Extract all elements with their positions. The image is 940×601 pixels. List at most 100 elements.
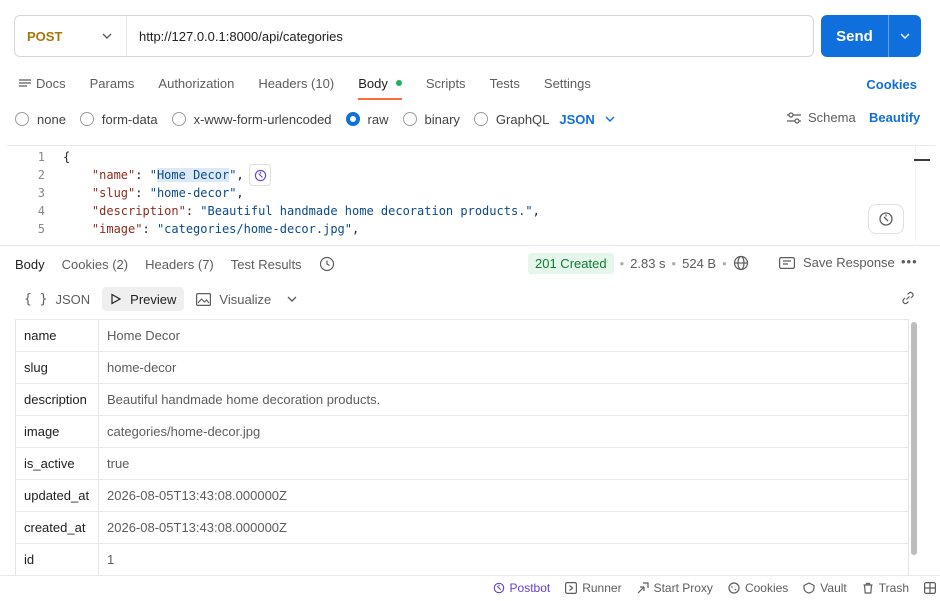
row-key: updated_at xyxy=(16,480,99,511)
row-value: Home Decor xyxy=(107,328,180,343)
tab-params[interactable]: Params xyxy=(90,74,135,92)
collapse-handle[interactable] xyxy=(914,159,930,161)
format-select[interactable]: JSON xyxy=(559,111,615,127)
statusbar-start-proxy[interactable]: Start Proxy xyxy=(637,581,713,595)
view-preview[interactable]: Preview xyxy=(102,287,185,311)
body-type-urlencoded[interactable]: x-www-form-urlencoded xyxy=(171,112,332,127)
response-size[interactable]: 524 B xyxy=(682,256,716,271)
statusbar-vault[interactable]: Vault xyxy=(803,581,847,595)
statusbar-runner[interactable]: Runner xyxy=(565,581,622,595)
postbot-icon xyxy=(878,211,894,227)
separator-dot: • xyxy=(671,255,677,271)
tab-label: Scripts xyxy=(425,75,466,91)
row-key: id xyxy=(16,544,99,575)
body-type-none[interactable]: none xyxy=(15,112,66,127)
more-options-icon[interactable]: ••• xyxy=(901,254,918,269)
body-indicator-dot xyxy=(395,80,402,86)
row-key: is_active xyxy=(16,448,99,479)
response-tab-test-results[interactable]: Test Results xyxy=(231,257,302,272)
send-options-button[interactable] xyxy=(888,15,921,57)
statusbar-label: Vault xyxy=(820,581,847,595)
braces-icon: { } xyxy=(24,291,48,307)
row-key: name xyxy=(16,320,99,351)
statusbar-cookies[interactable]: Cookies xyxy=(728,581,788,595)
body-type-form-data[interactable]: form-data xyxy=(79,112,158,127)
view-label: JSON xyxy=(55,291,91,307)
code-text: { xyxy=(63,150,71,164)
statusbar-label: Cookies xyxy=(744,581,789,595)
schema-button[interactable]: Schema xyxy=(786,110,856,125)
tab-tests[interactable]: Tests xyxy=(490,74,520,92)
play-icon xyxy=(110,293,122,305)
status-bar-items: Postbot Runner Start Proxy Cookies Vault xyxy=(493,581,940,595)
tab-settings[interactable]: Settings xyxy=(544,74,591,92)
format-label: JSON xyxy=(559,111,595,127)
beautify-button[interactable]: Beautify xyxy=(869,110,920,125)
cookies-link[interactable]: Cookies xyxy=(866,77,917,92)
json-value-highlighted: Home Decor xyxy=(156,168,230,182)
tab-docs[interactable]: Docs xyxy=(18,74,66,92)
save-response-button[interactable]: Save Response xyxy=(779,255,895,270)
code-line: 3 "slug": "home-decor", xyxy=(7,184,244,202)
view-visualize[interactable]: Visualize xyxy=(188,287,279,311)
response-scrollbar[interactable] xyxy=(911,322,917,555)
response-tab-cookies[interactable]: Cookies (2) xyxy=(62,257,128,272)
vault-icon xyxy=(803,582,815,594)
link-icon[interactable] xyxy=(900,290,916,306)
line-number: 4 xyxy=(37,204,45,218)
body-type-binary[interactable]: binary xyxy=(402,111,460,127)
tab-label: Headers (10) xyxy=(258,75,335,91)
line-number: 2 xyxy=(37,168,45,182)
line-number: 5 xyxy=(37,222,45,236)
code-line: 5 "image": "categories/home-decor.jpg", xyxy=(7,220,359,238)
cookie-icon xyxy=(728,582,740,594)
chevron-down-icon xyxy=(102,33,112,39)
response-tab-headers[interactable]: Headers (7) xyxy=(145,257,214,272)
code-text: "name": "Home Decor", xyxy=(91,168,244,182)
postbot-inline-button[interactable] xyxy=(249,164,271,186)
json-quote: " xyxy=(229,168,237,182)
response-tab-body[interactable]: Body xyxy=(15,257,45,272)
row-key: description xyxy=(16,384,99,415)
response-tabs: Body Cookies (2) Headers (7) Test Result… xyxy=(15,255,335,273)
tab-body[interactable]: Body xyxy=(358,74,402,100)
pane-divider[interactable] xyxy=(0,245,940,246)
method-select[interactable]: POST xyxy=(15,16,127,56)
json-key: "image" xyxy=(91,222,143,236)
radio-label: none xyxy=(37,111,66,127)
table-row: name Home Decor xyxy=(16,320,908,352)
code-line: 4 "description": "Beautiful handmade hom… xyxy=(7,202,540,220)
image-icon xyxy=(196,292,212,306)
url-input[interactable]: http://127.0.0.1:8000/api/categories xyxy=(127,29,343,44)
postbot-icon xyxy=(493,582,505,594)
globe-icon[interactable] xyxy=(733,255,749,271)
code-line: 2 "name": "Home Decor", xyxy=(7,166,244,184)
chevron-down-icon[interactable] xyxy=(287,296,297,302)
body-type-raw[interactable]: raw xyxy=(345,112,389,127)
history-icon[interactable] xyxy=(319,256,335,272)
view-json[interactable]: { } JSON xyxy=(16,287,98,311)
statusbar-trash[interactable]: Trash xyxy=(862,581,909,595)
status-badge[interactable]: 201 Created xyxy=(528,252,614,274)
postbot-button[interactable] xyxy=(868,204,904,234)
tab-label: Authorization xyxy=(158,75,235,91)
json-value: "Beautiful handmade home decoration prod… xyxy=(200,204,533,218)
sliders-icon xyxy=(786,111,802,124)
statusbar-layout-toggle[interactable] xyxy=(924,582,936,594)
radio-label: binary xyxy=(424,111,460,127)
tab-label: Body xyxy=(358,75,388,91)
tab-authorization[interactable]: Authorization xyxy=(158,74,234,92)
row-value: 2026-08-05T13:43:08.000000Z xyxy=(107,520,287,535)
tab-headers[interactable]: Headers (10) xyxy=(258,74,334,92)
view-label: Preview xyxy=(130,291,177,307)
tab-scripts[interactable]: Scripts xyxy=(426,74,466,92)
radio-selected-icon xyxy=(345,112,360,126)
statusbar-postbot[interactable]: Postbot xyxy=(493,581,551,595)
statusbar-label: Postbot xyxy=(509,581,551,595)
send-button[interactable]: Send xyxy=(821,15,888,57)
body-editor[interactable]: 1 { 2 "name": "Home Decor", 3 "slug": "h… xyxy=(7,145,935,241)
save-response-icon xyxy=(779,256,795,269)
line-number: 3 xyxy=(37,186,45,200)
body-type-graphql[interactable]: GraphQL xyxy=(473,112,549,127)
response-time[interactable]: 2.83 s xyxy=(630,256,665,271)
